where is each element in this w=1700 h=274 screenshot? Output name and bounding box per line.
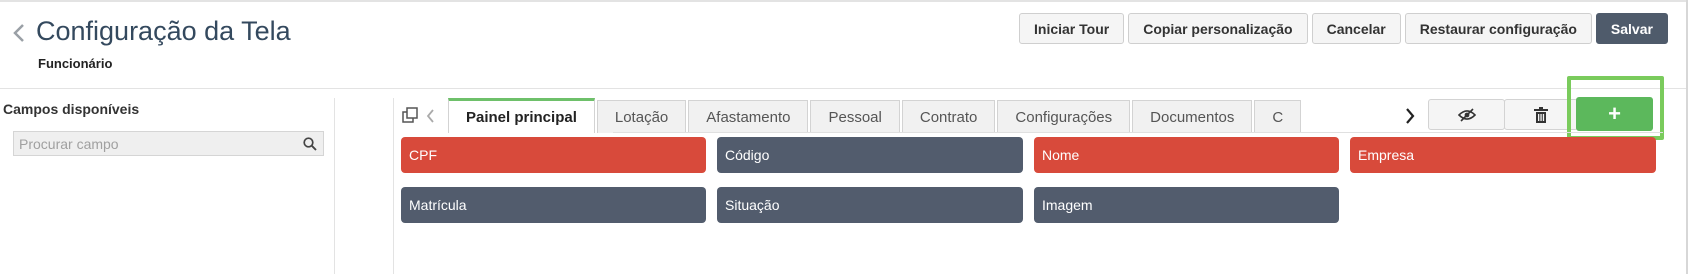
- copy-customization-button[interactable]: Copiar personalização: [1128, 13, 1308, 44]
- save-button[interactable]: Salvar: [1595, 13, 1668, 44]
- header-toolbar: Iniciar Tour Copiar personalização Cance…: [1019, 13, 1668, 44]
- page-title: Configuração da Tela: [36, 16, 291, 46]
- tab-contrato[interactable]: Contrato: [901, 100, 996, 133]
- sidebar-title: Campos disponíveis: [3, 101, 140, 117]
- tab-configuracoes[interactable]: Configurações: [997, 100, 1131, 133]
- tab-truncated[interactable]: C: [1254, 100, 1302, 133]
- field-empresa[interactable]: Empresa: [1350, 137, 1656, 173]
- tab-pessoal[interactable]: Pessoal: [810, 100, 900, 133]
- cancel-button[interactable]: Cancelar: [1311, 13, 1401, 44]
- field-cpf[interactable]: CPF: [401, 137, 706, 173]
- right-border: [1686, 0, 1688, 274]
- tabs-next-button[interactable]: [1398, 98, 1422, 133]
- top-border: [0, 0, 1686, 2]
- chevron-left-icon: [13, 24, 24, 42]
- eye-slash-icon: [1457, 107, 1476, 122]
- hide-tab-button[interactable]: [1428, 99, 1505, 130]
- page-subtitle: Funcionário: [38, 56, 113, 71]
- field-imagem[interactable]: Imagem: [1034, 187, 1339, 223]
- tabs-prev-button[interactable]: [420, 99, 440, 133]
- chevron-right-icon: [1406, 107, 1415, 124]
- field-codigo[interactable]: Código: [717, 137, 1023, 173]
- tab-documentos[interactable]: Documentos: [1132, 100, 1253, 133]
- chevron-left-icon: [426, 108, 434, 123]
- back-button[interactable]: [8, 20, 30, 46]
- duplicate-tab-button[interactable]: [400, 99, 420, 133]
- tab-baseline: [613, 132, 1663, 133]
- tab-list: Painel principal Lotação Afastamento Pes…: [448, 98, 1394, 133]
- field-matricula[interactable]: Matrícula: [401, 187, 706, 223]
- tab-painel-principal[interactable]: Painel principal: [448, 98, 595, 133]
- search-icon[interactable]: [302, 136, 318, 152]
- field-situacao[interactable]: Situação: [717, 187, 1023, 223]
- header-divider: [0, 88, 1686, 89]
- field-nome[interactable]: Nome: [1034, 137, 1339, 173]
- start-tour-button[interactable]: Iniciar Tour: [1019, 13, 1125, 44]
- sidebar-divider: [334, 98, 335, 274]
- trash-icon: [1534, 106, 1548, 123]
- copy-icon: [401, 107, 418, 123]
- panel-divider: [393, 98, 394, 274]
- tab-lotacao[interactable]: Lotação: [596, 100, 687, 133]
- restore-configuration-button[interactable]: Restaurar configuração: [1404, 13, 1592, 44]
- tabs-viewport: Painel principal Lotação Afastamento Pes…: [448, 98, 1394, 133]
- tabs-controls: [400, 98, 440, 133]
- search-box: [13, 131, 324, 156]
- tab-afastamento[interactable]: Afastamento: [688, 100, 809, 133]
- search-input[interactable]: [14, 132, 294, 155]
- highlight-frame: [1567, 76, 1664, 140]
